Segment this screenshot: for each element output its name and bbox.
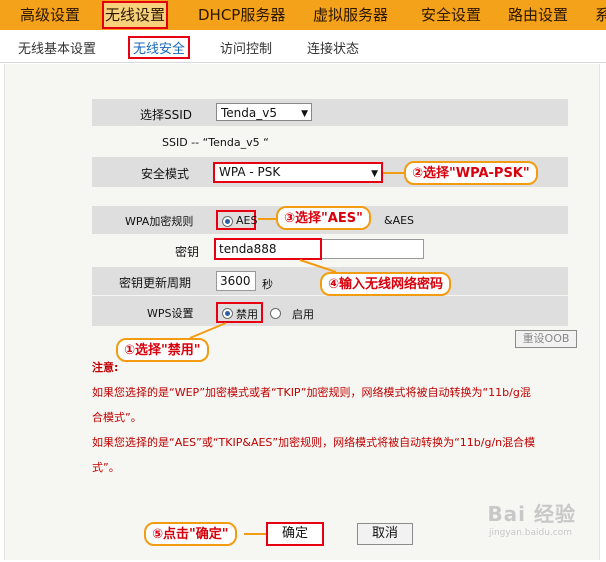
watermark-url: jingyan.baidu.com (488, 528, 572, 538)
connector-disable (189, 322, 227, 339)
watermark-logo: Bai 经验 (487, 502, 576, 526)
connector-password (299, 259, 337, 273)
callout-connectors (189, 172, 404, 535)
